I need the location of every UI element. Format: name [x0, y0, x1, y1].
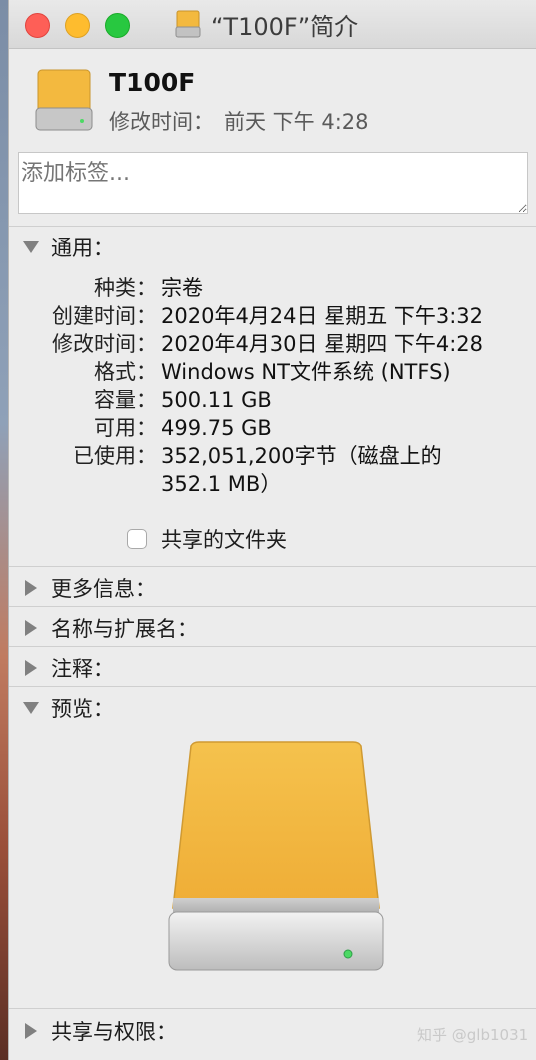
- zoom-button[interactable]: [105, 13, 130, 38]
- info-value-cont: 352.1 MB）: [161, 472, 282, 496]
- section-general-label: 通用：: [51, 236, 114, 260]
- info-window: “T100F”简介 T100F 修改时间：前天 下午 4:28 通用： 种类： …: [8, 0, 536, 1060]
- info-value: 2020年4月24日 星期五 下午3:32: [161, 304, 484, 328]
- section-sharing-label: 共享与权限：: [51, 1020, 177, 1044]
- disclosure-triangle-closed-icon: [25, 620, 37, 636]
- section-comments-toggle[interactable]: 注释：: [23, 653, 114, 683]
- window-title-group: “T100F”简介: [175, 9, 359, 41]
- info-value: Windows NT文件系统 (NTFS): [161, 360, 451, 384]
- drive-icon: [35, 69, 93, 131]
- drive-icon: [175, 10, 201, 38]
- section-comments-label: 注释：: [51, 657, 114, 681]
- file-header: T100F 修改时间： 前天 下午 4:28: [9, 48, 536, 148]
- divider: [9, 566, 536, 567]
- disclosure-triangle-open-icon: [23, 241, 39, 253]
- disclosure-triangle-closed-icon: [25, 580, 37, 596]
- section-more-info-label: 更多信息：: [51, 577, 156, 601]
- section-preview-toggle[interactable]: 预览：: [23, 693, 114, 723]
- section-name-ext-label: 名称与扩展名：: [51, 617, 198, 641]
- shared-folder-label: 共享的文件夹: [161, 528, 287, 552]
- section-preview-label: 预览：: [51, 697, 114, 721]
- info-value: 499.75 GB: [161, 416, 272, 440]
- disclosure-triangle-closed-icon: [25, 1023, 37, 1039]
- info-value: 352,051,200字节（磁盘上的: [161, 444, 442, 468]
- disclosure-triangle-open-icon: [23, 702, 39, 714]
- info-key: 格式：: [94, 360, 157, 384]
- info-key: 容量：: [94, 388, 157, 412]
- section-name-ext-toggle[interactable]: 名称与扩展名：: [23, 613, 198, 643]
- info-key: 可用：: [94, 416, 157, 440]
- section-general-toggle[interactable]: 通用：: [23, 232, 114, 262]
- info-value: 2020年4月30日 星期四 下午4:28: [161, 332, 484, 356]
- info-key: 修改时间：: [52, 332, 157, 356]
- tags-input[interactable]: [18, 152, 528, 214]
- minimize-button[interactable]: [65, 13, 90, 38]
- modified-value: 前天 下午 4:28: [224, 110, 369, 134]
- shared-folder-checkbox[interactable]: [127, 529, 147, 549]
- title-bar[interactable]: “T100F”简介: [9, 0, 536, 49]
- file-name: T100F: [109, 68, 196, 97]
- disclosure-triangle-closed-icon: [25, 660, 37, 676]
- info-value: 宗卷: [161, 276, 203, 300]
- info-key: 种类：: [94, 276, 157, 300]
- close-button[interactable]: [25, 13, 50, 38]
- info-value: 500.11 GB: [161, 388, 272, 412]
- drive-preview-image: [168, 741, 384, 971]
- modified-label: 修改时间：: [109, 110, 214, 134]
- divider: [9, 1008, 536, 1009]
- window-title: “T100F”简介: [211, 12, 359, 41]
- watermark: 知乎 @glb1031: [417, 1026, 529, 1044]
- section-sharing-toggle[interactable]: 共享与权限：: [23, 1016, 177, 1046]
- divider: [9, 686, 536, 687]
- divider: [9, 646, 536, 647]
- shared-folder-option[interactable]: 共享的文件夹: [127, 524, 287, 554]
- divider: [9, 606, 536, 607]
- info-key: 已使用：: [73, 444, 157, 468]
- divider: [9, 226, 536, 227]
- desktop-background: [0, 0, 8, 1060]
- section-more-info-toggle[interactable]: 更多信息：: [23, 573, 156, 603]
- modified-line: 修改时间： 前天 下午 4:28: [109, 106, 379, 136]
- info-key: 创建时间：: [52, 304, 157, 328]
